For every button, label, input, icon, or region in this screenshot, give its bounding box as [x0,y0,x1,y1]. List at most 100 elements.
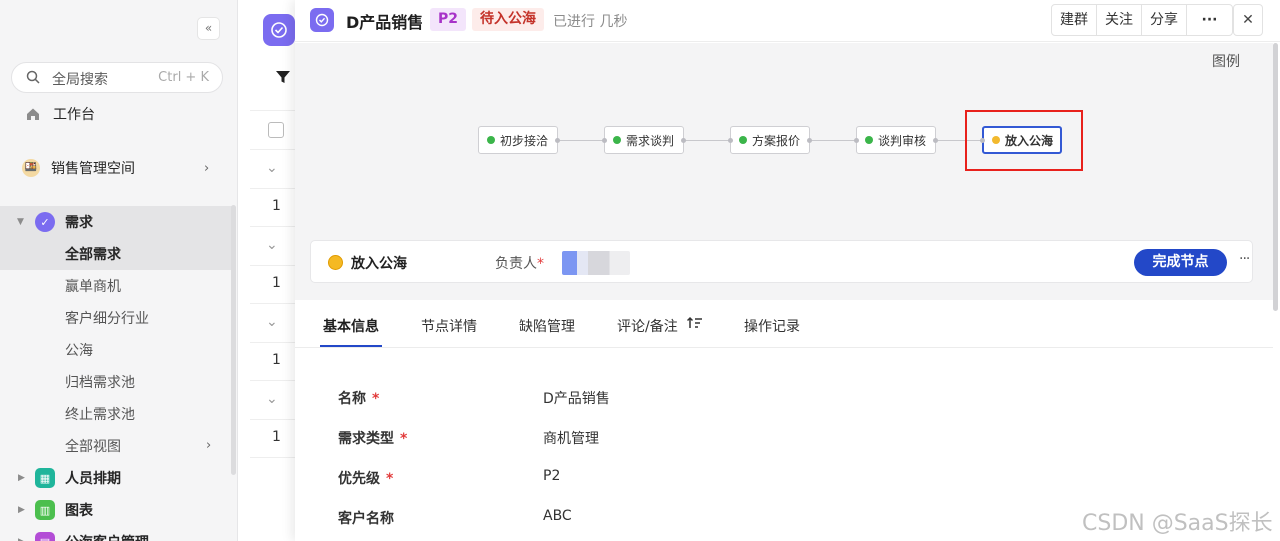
node-handle [555,138,560,143]
sidebar-item-all-views[interactable]: 全部视图 › [0,430,232,462]
row-number: 1 [272,352,281,368]
demand-app-icon: ✓ [35,212,55,232]
priority-badge: P2 [430,8,467,31]
table-row[interactable]: 1 [250,343,300,381]
owner-label: 负责人* [495,253,544,273]
demand-app-icon [310,8,334,32]
field-value-priority[interactable]: P2 [543,468,560,484]
share-button[interactable]: 分享 [1142,5,1187,35]
sidebar-item-label: 客户细分行业 [65,311,149,327]
tab-comments[interactable]: 评论/备注 [617,316,678,336]
select-all-checkbox[interactable] [268,122,284,138]
chevron-right-icon: › [204,160,210,176]
sidebar-item-workbench[interactable]: 工作台 [0,98,232,130]
sidebar-item-won-opportunities[interactable]: 赢单商机 [0,270,232,302]
flow-node-quotation[interactable]: 方案报价 [730,126,810,154]
field-value-name[interactable]: D产品销售 [543,388,610,408]
node-handle [807,138,812,143]
group-row[interactable]: ⌄ [250,382,300,420]
sidebar-item-label: 归档需求池 [65,375,135,391]
sidebar-item-demand[interactable]: ▼ ✓ 需求 [0,206,232,238]
field-value-demand-type[interactable]: 商机管理 [543,428,599,448]
sort-icon[interactable] [687,316,703,330]
status-badge: 待入公海 [472,8,544,31]
sidebar-item-label: 图表 [65,503,93,519]
group-row[interactable]: ⌄ [250,305,300,343]
demand-list: ⌄ 1 ⌄ 1 ⌄ 1 ⌄ 1 [238,0,300,541]
sidebar-item-label: 赢单商机 [65,279,121,295]
tab-node-details[interactable]: 节点详情 [421,316,477,336]
required-mark: * [386,471,394,487]
space-icon: 🍱 [22,159,40,177]
watermark: CSDN @SaaS探长 [1082,511,1273,536]
flow-node-negotiation-review[interactable]: 谈判审核 [856,126,936,154]
flow-node-initial-contact[interactable]: 初步接洽 [478,126,558,154]
field-label-name: 名称 * [338,388,379,408]
node-handle [728,138,733,143]
group-row[interactable]: ⌄ [250,151,300,189]
owner-label-text: 负责人 [495,256,537,272]
create-group-button[interactable]: 建群 [1052,5,1097,35]
table-row[interactable]: 1 [250,266,300,304]
sidebar-item-public-pool[interactable]: 公海 [0,334,232,366]
complete-node-button[interactable]: 完成节点 [1134,249,1227,276]
more-icon[interactable]: ··· [1239,251,1250,267]
collapse-sidebar-icon[interactable]: « [197,17,220,40]
sidebar-item-public-customers[interactable]: ▶ ▤ 公海客户管理 [0,526,232,541]
sidebar-item-charts[interactable]: ▶ ▥ 图表 [0,494,232,526]
demand-app-icon[interactable] [263,14,295,46]
sidebar-item-label: 销售管理空间 [51,161,135,177]
table-row[interactable]: 1 [250,189,300,227]
drawer-scrollbar[interactable] [1273,43,1278,311]
customer-app-icon: ▤ [35,532,55,541]
field-label-text: 需求类型 [338,431,394,447]
global-search-input[interactable]: 全局搜索 Ctrl + K [11,62,223,93]
flow-node-label: 谈判审核 [878,133,927,148]
flow-node-label: 需求谈判 [626,133,675,148]
search-icon [26,70,40,84]
header-actions: 建群 关注 分享 ··· [1051,4,1233,36]
sidebar-item-all-demand[interactable]: 全部需求 [0,238,232,270]
sidebar: « 全局搜索 Ctrl + K 工作台 🍱 销售管理空间 › ▼ ✓ 需求 全部… [0,0,238,541]
sidebar-scrollbar[interactable] [231,205,236,475]
owner-avatar[interactable] [562,251,630,275]
field-label-text: 优先级 [338,471,380,487]
more-icon[interactable]: ··· [1187,5,1232,35]
workflow-canvas: 图例 初步接洽 需求谈判 方案报价 谈判审核 放入公海 放入公海 负责人* 完成… [295,43,1273,300]
chevron-right-icon: › [206,438,212,453]
close-icon[interactable]: ✕ [1233,4,1263,36]
status-dot [865,136,873,144]
follow-button[interactable]: 关注 [1097,5,1142,35]
field-value-customer-name[interactable]: ABC [543,508,572,524]
flow-node-label: 方案报价 [752,133,801,148]
field-label-priority: 优先级 * [338,468,393,488]
tab-defects[interactable]: 缺陷管理 [519,316,575,336]
filter-icon[interactable] [275,69,291,85]
sidebar-item-terminated-pool[interactable]: 终止需求池 [0,398,232,430]
row-number: 1 [272,198,281,214]
tab-operation-log[interactable]: 操作记录 [744,316,800,336]
sidebar-item-customer-industry[interactable]: 客户细分行业 [0,302,232,334]
status-dot [613,136,621,144]
node-handle [681,138,686,143]
legend-button[interactable]: 图例 [1212,51,1240,71]
status-dot [739,136,747,144]
sidebar-item-label: 公海 [65,343,93,359]
sidebar-item-label: 终止需求池 [65,407,135,423]
flow-node-demand-negotiation[interactable]: 需求谈判 [604,126,684,154]
flow-connector [558,140,604,141]
table-row[interactable]: 1 [250,420,300,458]
row-number: 1 [272,429,281,445]
tab-basic-info[interactable]: 基本信息 [323,316,379,336]
node-status-dot [328,255,343,270]
field-label-demand-type: 需求类型 * [338,428,407,448]
sidebar-item-staff-schedule[interactable]: ▶ ▦ 人员排期 [0,462,232,494]
sidebar-item-sales-space[interactable]: 🍱 销售管理空间 › [0,152,232,184]
required-mark: * [537,256,544,272]
caret-down-icon: ▼ [17,217,24,227]
node-handle [602,138,607,143]
sidebar-item-archived-pool[interactable]: 归档需求池 [0,366,232,398]
row-number: 1 [272,275,281,291]
chevron-down-icon: ⌄ [266,314,278,330]
group-row[interactable]: ⌄ [250,228,300,266]
